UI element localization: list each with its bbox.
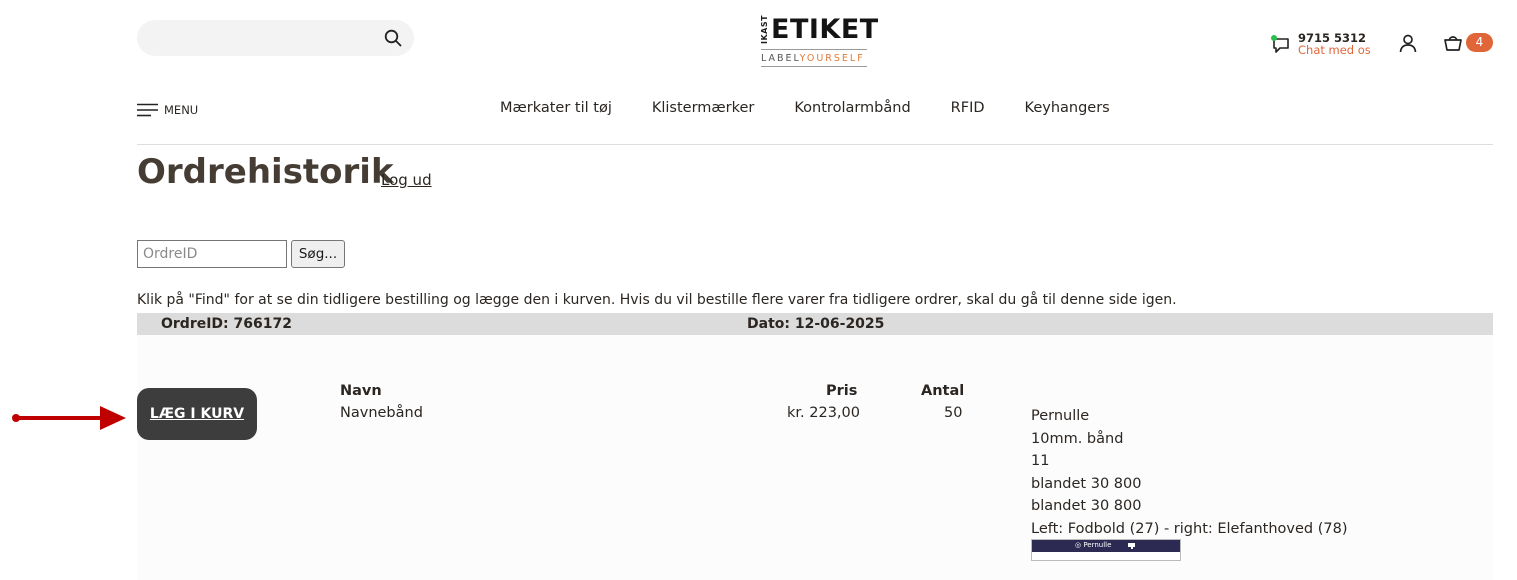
search-icon[interactable] [384,29,402,47]
menu-label: MENU [164,103,199,117]
nav-item-rfid[interactable]: RFID [931,100,1005,116]
page-title: Ordrehistorik [137,152,394,192]
main-nav: Mærkater til tøj Klistermærker Kontrolar… [480,100,1130,116]
nav-item-clothing-labels[interactable]: Mærkater til tøj [480,100,632,116]
label-preview-image: ◎ Pernulle [1031,539,1181,561]
column-header-name: Navn [340,383,382,399]
annotation-arrow [12,406,126,430]
order-search-button[interactable]: Søg... [291,240,345,268]
hamburger-icon [137,103,158,117]
chat-bubble-icon [1271,35,1289,53]
logo-divider [761,49,867,50]
logo-divider-bottom [761,66,867,67]
logo-tagline: LABELYOURSELF [761,53,865,64]
label-preview-text: ◎ Pernulle [1075,541,1112,549]
menu-button[interactable]: MENU [137,101,198,119]
elephant-head-icon [1128,543,1135,549]
cart-count-badge[interactable]: 4 [1466,33,1493,52]
chat-contact[interactable]: 9715 5312 Chat med os [1270,31,1390,59]
order-header: OrdreID: 766172 Dato: 12-06-2025 [137,313,1493,335]
item-details: Pernulle 10mm. bånd 11 blandet 30 800 bl… [1031,405,1348,540]
detail-line: blandet 30 800 [1031,475,1142,492]
logout-link[interactable]: Log ud [381,171,432,189]
detail-line: 11 [1031,453,1050,469]
item-quantity: 50 [944,405,963,421]
site-search-input[interactable] [151,28,381,48]
item-price: kr. 223,00 [787,405,860,421]
detail-line: Pernulle [1031,408,1090,424]
order-date: Dato: 12-06-2025 [747,316,885,332]
logo-side-text: IKAST [760,14,769,44]
logo-main-text: ETIKET [771,14,879,45]
logo-tag-label: LABEL [761,53,800,64]
header-divider [137,144,1493,145]
column-header-quantity: Antal [921,383,965,399]
add-to-cart-button[interactable]: LÆG I KURV [137,388,257,440]
order-id-input[interactable] [137,240,287,268]
item-name: Navnebånd [340,405,423,421]
column-header-price: Pris [826,383,858,399]
nav-item-stickers[interactable]: Klistermærker [632,100,775,116]
basket-icon[interactable] [1443,33,1463,53]
nav-item-keyhangers[interactable]: Keyhangers [1005,100,1130,116]
site-logo[interactable]: IKAST ETIKET LABELYOURSELF [760,14,878,70]
chat-link[interactable]: Chat med os [1298,43,1371,57]
detail-line: Left: Fodbold (27) - right: Elefanthoved… [1031,520,1348,537]
order-info-text: Klik på "Find" for at se din tidligere b… [137,292,1177,308]
order-id: OrdreID: 766172 [161,316,292,332]
site-search [137,20,414,56]
label-strip: ◎ Pernulle [1032,540,1180,552]
user-account-icon[interactable] [1398,33,1418,53]
detail-line: 10mm. bånd [1031,430,1124,447]
nav-item-wristbands[interactable]: Kontrolarmbånd [774,100,930,116]
detail-line: blandet 30 800 [1031,498,1142,514]
logo-tag-yourself: YOURSELF [799,53,865,64]
